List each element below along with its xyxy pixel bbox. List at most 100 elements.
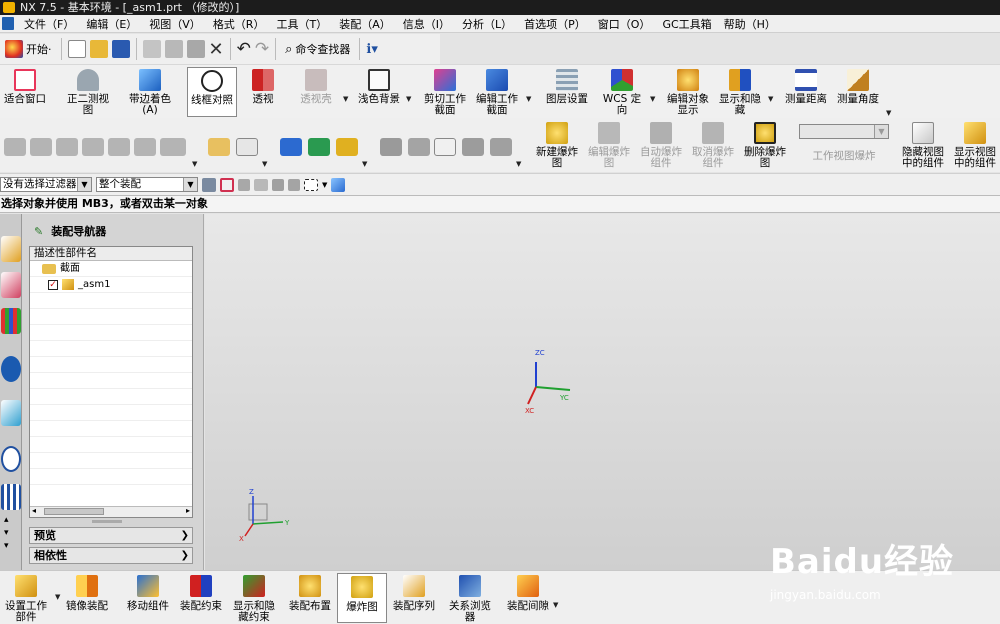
work-view-explosion-select[interactable]: ▼ xyxy=(799,124,889,139)
mirror-assembly-button[interactable]: 镜像装配 xyxy=(62,573,112,623)
light-background-button[interactable]: 浅色背景 xyxy=(354,67,404,117)
menu-tools[interactable]: 工具（T） xyxy=(270,16,333,32)
roles-tab-icon[interactable] xyxy=(1,484,21,510)
edit-tool-icon[interactable] xyxy=(208,138,230,156)
selection-tool-icon[interactable] xyxy=(272,178,284,191)
green-tool-icon[interactable] xyxy=(308,138,330,156)
menu-file[interactable]: 文件（F） xyxy=(18,16,80,32)
command-finder-button[interactable]: ⌕ 命令查找器 xyxy=(282,37,353,61)
open-folder-icon[interactable] xyxy=(89,40,108,58)
assembly-arrangement-button[interactable]: 装配布置 xyxy=(286,573,334,623)
auto-explode-button[interactable]: 自动爆炸 组件 xyxy=(636,120,686,170)
dropdown-arrow-icon[interactable]: ▼ xyxy=(886,109,891,117)
show-hide-constraint-button[interactable]: 显示和隐 藏约束 xyxy=(230,573,278,623)
clip-section-button[interactable]: 剪切工作 截面 xyxy=(420,67,470,117)
delete-icon[interactable]: ✕ xyxy=(209,39,224,60)
menu-info[interactable]: 信息（I） xyxy=(397,16,456,32)
gray-tool-icon[interactable] xyxy=(462,138,484,156)
gray-tool-icon[interactable] xyxy=(408,138,430,156)
splitter-handle[interactable] xyxy=(92,520,122,523)
edit-object-display-button[interactable]: 编辑对象 显示 xyxy=(664,67,712,117)
paste-icon[interactable] xyxy=(186,40,205,58)
constraint-navigator-tab-icon[interactable] xyxy=(1,272,21,298)
selection-scope-select[interactable]: 整个装配 ▼ xyxy=(96,177,198,192)
show-view-component-button[interactable]: 显示视图 中的组件 xyxy=(950,120,1000,170)
delete-explosion-button[interactable]: 删除爆炸 图 xyxy=(740,120,790,170)
gray-tool-icon[interactable] xyxy=(82,138,104,156)
perspective-shell-button[interactable]: 透视壳 xyxy=(296,67,336,117)
history-tab-icon[interactable] xyxy=(1,400,21,426)
dropdown-arrow-icon[interactable]: ▼ xyxy=(362,160,367,168)
save-icon[interactable] xyxy=(111,40,130,58)
gray-tool-icon[interactable] xyxy=(4,138,26,156)
selection-tool-icon[interactable] xyxy=(254,178,268,191)
menu-analysis[interactable]: 分析（L） xyxy=(456,16,518,32)
menu-preferences[interactable]: 首选项（P） xyxy=(518,16,592,32)
gray-tool-icon[interactable] xyxy=(108,138,130,156)
assembly-navigator-tab-icon[interactable] xyxy=(1,236,21,262)
hide-view-component-button[interactable]: 隐藏视图 中的组件 xyxy=(898,120,948,170)
dropdown-arrow-icon[interactable]: ▼ xyxy=(343,95,348,103)
new-explosion-button[interactable]: 新建爆炸 图 xyxy=(532,120,582,170)
measure-angle-button[interactable]: 测量角度 xyxy=(834,67,882,117)
gray-tool-icon[interactable] xyxy=(30,138,52,156)
edit-explosion-button[interactable]: 编辑爆炸 图 xyxy=(584,120,634,170)
graphics-window[interactable]: ZC YC XC Z Y X xyxy=(205,214,1000,570)
type-filter-select[interactable]: 没有选择过滤器 ▼ xyxy=(0,177,92,192)
triangle-tool-icon[interactable] xyxy=(434,138,456,156)
set-work-part-button[interactable]: 设置工作 部件 xyxy=(2,573,50,623)
assembly-constraint-button[interactable]: 装配约束 xyxy=(176,573,226,623)
tree-row-asm1[interactable]: ✓ _asm1 xyxy=(30,277,192,293)
tree-row-sections[interactable]: 截面 xyxy=(30,261,192,277)
column-header-part-name[interactable]: 描述性部件名 xyxy=(30,247,192,261)
snap-point-icon[interactable] xyxy=(220,177,234,192)
web-browser-tab-icon[interactable] xyxy=(1,356,21,382)
wireframe-compare-button[interactable]: 线框对照 xyxy=(187,67,237,117)
checkbox-checked-icon[interactable]: ✓ xyxy=(48,280,58,290)
gray-tool-icon[interactable] xyxy=(134,138,156,156)
menu-help[interactable]: 帮助（H） xyxy=(718,16,782,32)
gray-tool-icon[interactable] xyxy=(380,138,402,156)
menu-format[interactable]: 格式（R） xyxy=(207,16,271,32)
fit-window-button[interactable]: 适合窗口 xyxy=(0,67,50,117)
info-icon[interactable]: ℹ▾ xyxy=(366,42,377,57)
component-select-icon[interactable] xyxy=(331,177,346,192)
horizontal-scrollbar[interactable]: ◂ ▸ xyxy=(30,506,192,517)
menu-view[interactable]: 视图（V） xyxy=(143,16,207,32)
general-select-icon[interactable] xyxy=(202,177,216,192)
dropdown-arrow-icon[interactable]: ▼ xyxy=(768,95,773,103)
dropdown-arrow-icon[interactable]: ▼ xyxy=(553,601,558,609)
gray-tool-icon[interactable] xyxy=(490,138,512,156)
dropdown-arrow-icon[interactable]: ▼ xyxy=(262,160,267,168)
trimetric-view-button[interactable]: 正二测视 图 xyxy=(60,67,116,117)
preview-panel-header[interactable]: 预览 ❯ xyxy=(29,527,193,544)
show-hide-button[interactable]: 显示和隐 藏 xyxy=(716,67,764,117)
wcs-orient-button[interactable]: WCS 定向 xyxy=(598,67,646,117)
nx-menu-icon[interactable] xyxy=(2,17,14,30)
dropdown-arrow-icon[interactable]: ▼ xyxy=(650,95,655,103)
scroll-buttons-icon[interactable]: ▴ ▾ ▾ xyxy=(4,514,9,553)
start-button[interactable]: 开始· xyxy=(2,37,55,61)
menu-edit[interactable]: 编辑（E） xyxy=(80,16,143,32)
scroll-left-icon[interactable]: ◂ xyxy=(32,506,36,515)
redo-icon[interactable]: ↷ xyxy=(255,39,269,59)
new-file-icon[interactable] xyxy=(67,40,86,58)
unexplode-button[interactable]: 取消爆炸 组件 xyxy=(688,120,738,170)
rectangle-select-icon[interactable] xyxy=(304,178,318,191)
scroll-thumb[interactable] xyxy=(44,508,104,515)
edit-section-button[interactable]: 编辑工作 截面 xyxy=(472,67,522,117)
gray-tool-icon[interactable] xyxy=(160,138,186,156)
blue-tool-icon[interactable] xyxy=(280,138,302,156)
menu-gc-toolbox[interactable]: GC工具箱 xyxy=(656,16,717,32)
layer-settings-button[interactable]: 图层设置 xyxy=(542,67,592,117)
scroll-right-icon[interactable]: ▸ xyxy=(186,506,190,515)
dropdown-arrow-icon[interactable]: ▼ xyxy=(406,95,411,103)
selection-tool-icon[interactable] xyxy=(238,178,250,191)
clock-icon[interactable] xyxy=(1,446,21,472)
move-component-button[interactable]: 移动组件 xyxy=(124,573,172,623)
dropdown-arrow-icon[interactable]: ▼ xyxy=(192,160,197,168)
assembly-clearance-button[interactable]: 装配间隙 xyxy=(504,573,552,623)
relation-browser-button[interactable]: 关系浏览 器 xyxy=(446,573,494,623)
selection-tool-icon[interactable] xyxy=(288,178,300,191)
dropdown-arrow-icon[interactable]: ▼ xyxy=(322,181,327,189)
